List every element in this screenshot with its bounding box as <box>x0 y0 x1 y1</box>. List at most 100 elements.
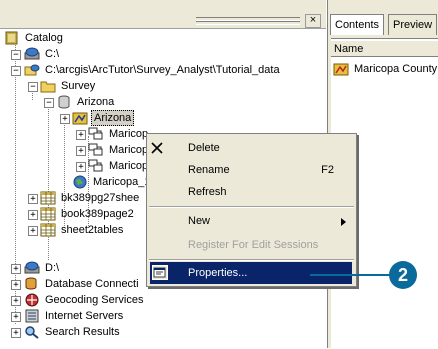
feature-dataset-icon <box>88 127 103 140</box>
menu-item-rename[interactable]: Rename F2 <box>147 159 356 181</box>
tree-item-c-drive[interactable]: C:\ <box>24 46 61 62</box>
tree-item-catalog[interactable]: Catalog <box>4 30 65 46</box>
expand-toggle[interactable]: + <box>11 296 21 306</box>
tree-item-label: Catalog <box>25 32 63 44</box>
tree-item-label: Arizona <box>91 110 135 126</box>
menu-item-new[interactable]: New <box>147 210 356 232</box>
feature-dataset-icon <box>88 143 103 156</box>
menu-item-label: Rename <box>188 164 230 176</box>
survey-dataset-icon <box>333 63 349 76</box>
expand-toggle[interactable]: + <box>28 194 38 204</box>
collapse-toggle[interactable]: − <box>11 50 21 60</box>
tree-item-maricop-3[interactable]: Maricop <box>88 158 150 174</box>
tree-item-survey[interactable]: Survey <box>40 78 97 94</box>
database-connection-icon <box>25 277 37 290</box>
tree-item-label: D:\ <box>45 262 60 274</box>
menu-item-refresh[interactable]: Refresh <box>147 181 356 203</box>
collapse-toggle[interactable]: − <box>28 82 38 92</box>
menu-separator <box>149 206 354 208</box>
tree-item-bk389pg27shee[interactable]: bk389pg27shee <box>40 190 141 206</box>
geocoding-icon <box>25 293 39 307</box>
tree-item-book389page2[interactable]: book389page2 <box>40 206 136 222</box>
expand-toggle[interactable]: + <box>76 130 86 140</box>
tree-panel-titlebar[interactable]: × <box>0 0 326 29</box>
tree-item-label: Database Connecti <box>45 278 139 290</box>
tree-item-label: Geocoding Services <box>45 294 144 306</box>
tree-item-maricopa-1[interactable]: Maricopa_1 <box>72 174 152 190</box>
delete-x-icon <box>151 142 163 154</box>
collapse-toggle[interactable]: − <box>11 66 21 76</box>
expand-toggle[interactable]: + <box>11 328 21 338</box>
expand-toggle[interactable]: + <box>11 312 21 322</box>
properties-icon <box>152 265 168 280</box>
menu-shortcut: F2 <box>321 164 334 176</box>
collapse-toggle[interactable]: − <box>44 98 54 108</box>
menu-item-label: Properties... <box>188 267 248 279</box>
search-results-icon <box>25 326 39 339</box>
list-item[interactable]: Maricopa County <box>333 61 438 77</box>
table-icon <box>40 223 56 237</box>
tree-item-sheet2tables[interactable]: sheet2tables <box>40 222 125 238</box>
menu-item-register-for-edit-sessions[interactable]: Register For Edit Sessions <box>147 234 356 256</box>
map-document-icon <box>73 175 87 189</box>
table-icon <box>40 207 56 221</box>
submenu-arrow-icon <box>341 218 346 226</box>
tree-item-internet-servers[interactable]: Internet Servers <box>24 308 125 324</box>
folder-icon <box>40 81 56 93</box>
tree-item-label: Maricop <box>109 160 149 172</box>
tree-item-label: Survey <box>61 80 96 92</box>
tree-item-label: Search Results <box>45 326 120 338</box>
drive-icon <box>24 47 40 60</box>
table-icon <box>40 191 56 205</box>
menu-item-label: Refresh <box>188 186 227 198</box>
tree-item-label: Maricop <box>109 144 149 156</box>
geodatabase-icon <box>58 95 70 109</box>
tree-item-label: C:\ <box>45 48 60 60</box>
menu-item-label: New <box>188 215 211 227</box>
tree-item-geocoding-services[interactable]: Geocoding Services <box>24 292 145 308</box>
expand-toggle[interactable]: + <box>11 264 21 274</box>
expand-toggle[interactable]: + <box>76 146 86 156</box>
tree-item-label: bk389pg27shee <box>61 192 140 204</box>
expand-toggle[interactable]: + <box>28 226 38 236</box>
tree-item-label: Arizona <box>77 96 115 108</box>
tree-item-maricop-2[interactable]: Maricop <box>88 142 150 158</box>
tree-item-arizona-survey-dataset[interactable]: Arizona <box>72 110 135 126</box>
menu-item-delete[interactable]: Delete <box>147 137 356 159</box>
catalog-icon <box>5 31 18 45</box>
drag-grip[interactable] <box>196 21 300 25</box>
tree-item-search-results[interactable]: Search Results <box>24 324 122 340</box>
tree-item-label: C:\arcgis\ArcTutor\Survey_Analyst\Tutori… <box>45 64 280 76</box>
tree-item-label: Internet Servers <box>45 310 124 322</box>
tree-item-arizona-geodatabase[interactable]: Arizona <box>56 94 116 110</box>
menu-item-label: Delete <box>188 142 220 154</box>
column-header-name[interactable]: Name <box>331 41 438 57</box>
tab-contents[interactable]: Contents <box>330 14 385 35</box>
expand-toggle[interactable]: + <box>28 210 38 220</box>
tree-item-maricop-1[interactable]: Maricop <box>88 126 150 142</box>
tree-item-label: sheet2tables <box>61 224 124 236</box>
context-menu: Delete Rename F2 Refresh New Register Fo… <box>146 133 357 287</box>
callout-step-number: 2 <box>389 261 417 289</box>
expand-toggle[interactable]: + <box>11 280 21 290</box>
tree-item-label: Maricop <box>109 128 149 140</box>
feature-dataset-icon <box>88 159 103 172</box>
tree-item-label: book389page2 <box>61 208 134 220</box>
callout-leader-line <box>310 274 400 276</box>
expand-toggle[interactable]: + <box>60 114 70 124</box>
menu-item-properties[interactable]: Properties... <box>150 262 352 284</box>
folder-connection-icon <box>24 64 40 76</box>
close-panel-button[interactable]: × <box>305 14 321 28</box>
tree-item-database-connections[interactable]: Database Connecti <box>24 276 141 292</box>
menu-separator <box>149 259 354 261</box>
tree-item-label: Maricopa_1 <box>93 176 151 188</box>
tree-item-folder-connection[interactable]: C:\arcgis\ArcTutor\Survey_Analyst\Tutori… <box>24 62 282 78</box>
survey-dataset-icon <box>72 112 88 125</box>
tree-item-d-drive[interactable]: D:\ <box>24 260 61 276</box>
internet-server-icon <box>25 309 39 323</box>
menu-item-label: Register For Edit Sessions <box>188 239 319 251</box>
expand-toggle[interactable]: + <box>76 162 86 172</box>
tab-preview[interactable]: Preview <box>388 14 438 35</box>
list-item-label: Maricopa County <box>354 63 438 75</box>
drive-icon <box>24 261 40 274</box>
